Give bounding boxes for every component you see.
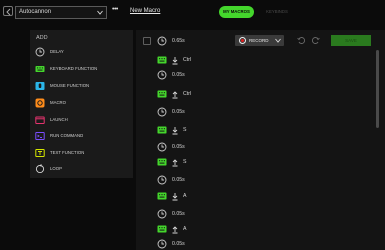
add-launch-item[interactable]: LAUNCH [35, 113, 130, 127]
macro-step-delay[interactable]: 0.05s [157, 209, 237, 220]
add-item-label: RUN COMMAND [50, 133, 84, 138]
clock-icon [157, 36, 167, 46]
macro-step-delay[interactable]: 0.05s [157, 107, 237, 118]
undo-icon[interactable] [297, 36, 306, 45]
delay-value: 0.05s [172, 241, 185, 247]
scrollbar[interactable] [376, 50, 379, 128]
keyboard-icon [35, 66, 45, 72]
key-name: S [183, 127, 187, 133]
macro-step-key[interactable]: Ctrl [157, 55, 237, 66]
add-item-label: MACRO [50, 100, 66, 105]
key-name: Ctrl [183, 91, 192, 97]
more-options-button[interactable]: ••• [112, 6, 122, 16]
delay-value: 0.05s [172, 144, 185, 150]
macro-step-key[interactable]: A [157, 224, 237, 235]
command-icon [35, 132, 45, 140]
macro-step-delay[interactable]: 0.05s [157, 175, 237, 186]
key-down-icon [172, 127, 178, 135]
delay-value: 0.05s [172, 211, 185, 217]
back-button[interactable] [3, 6, 13, 16]
add-keyboard-function-item[interactable]: KEYBOARD FUNCTION [35, 62, 130, 76]
key-name: S [183, 159, 187, 165]
record-label: RECORD [249, 38, 269, 43]
mouse-icon [35, 82, 45, 90]
clock-icon [157, 239, 167, 249]
keyboard-icon [157, 126, 167, 134]
keyboard-icon [157, 192, 167, 200]
macro-icon [35, 98, 45, 108]
add-item-label: KEYBOARD FUNCTION [50, 66, 98, 71]
macro-step-delay[interactable]: 0.05s [157, 142, 237, 153]
top-bar: Autocannon ••• New Macro MY MACROS KEYBI… [0, 0, 385, 24]
clock-icon [35, 47, 45, 57]
keyboard-icon [157, 90, 167, 98]
keyboard-icon [157, 225, 167, 233]
delay-value: 0.05s [172, 72, 185, 78]
keyboard-icon [157, 158, 167, 166]
delay-value: 0.05s [172, 177, 185, 183]
add-item-label: DELAY [50, 49, 64, 54]
add-item-label: LOOP [50, 166, 62, 171]
add-panel-title: ADD [36, 35, 48, 41]
tab-my-macros[interactable]: MY MACROS [219, 6, 254, 18]
macro-step-key[interactable]: A [157, 191, 237, 202]
clock-icon [157, 107, 167, 117]
add-macro-item[interactable]: MACRO [35, 96, 130, 110]
macro-step-delay[interactable]: 0.65s [157, 36, 237, 47]
delay-value: 0.05s [172, 109, 185, 115]
record-dot-icon [239, 37, 246, 44]
launch-icon [35, 116, 45, 124]
clock-icon [157, 70, 167, 80]
macro-step-key[interactable]: S [157, 157, 237, 168]
add-mouse-function-item[interactable]: MOUSE FUNCTION [35, 79, 130, 93]
chevron-down-icon [97, 10, 103, 15]
tab-keybinds[interactable]: KEYBINDS [262, 6, 292, 18]
keyboard-icon [157, 56, 167, 64]
delay-value: 0.65s [172, 38, 185, 44]
back-arrow-icon [6, 8, 11, 16]
key-down-icon [172, 193, 178, 201]
macro-select-dropdown[interactable]: Autocannon [15, 6, 107, 19]
add-text-function-item[interactable]: TEXT FUNCTION [35, 146, 130, 160]
chevron-down-icon [275, 38, 281, 43]
key-up-icon [172, 91, 178, 99]
macro-step-key[interactable]: Ctrl [157, 89, 237, 100]
select-all-checkbox[interactable] [143, 37, 151, 45]
add-panel: ADD DELAY KEYBOARD FUNCTION MOUSE FUNCTI… [30, 30, 133, 178]
key-name: A [183, 193, 187, 199]
redo-icon[interactable] [311, 36, 320, 45]
macro-step-delay[interactable]: 0.05s [157, 239, 237, 250]
macro-step-delay[interactable]: 0.05s [157, 70, 237, 81]
key-up-icon [172, 159, 178, 167]
macro-step-key[interactable]: S [157, 125, 237, 136]
add-item-label: MOUSE FUNCTION [50, 83, 90, 88]
clock-icon [157, 175, 167, 185]
add-run-command-item[interactable]: RUN COMMAND [35, 129, 130, 143]
macro-select-value: Autocannon [19, 9, 52, 15]
loop-icon [35, 164, 45, 174]
add-item-label: TEXT FUNCTION [50, 150, 85, 155]
add-delay-item[interactable]: DELAY [35, 45, 130, 59]
key-up-icon [172, 226, 178, 234]
add-item-label: LAUNCH [50, 117, 68, 122]
add-loop-item[interactable]: LOOP [35, 162, 130, 176]
new-macro-link[interactable]: New Macro [130, 8, 160, 14]
key-name: Ctrl [183, 57, 192, 63]
save-button[interactable]: SAVE [331, 35, 371, 46]
text-icon [35, 149, 45, 157]
key-down-icon [172, 57, 178, 65]
record-button[interactable]: RECORD [235, 35, 284, 46]
clock-icon [157, 209, 167, 219]
clock-icon [157, 142, 167, 152]
key-name: A [183, 226, 187, 232]
